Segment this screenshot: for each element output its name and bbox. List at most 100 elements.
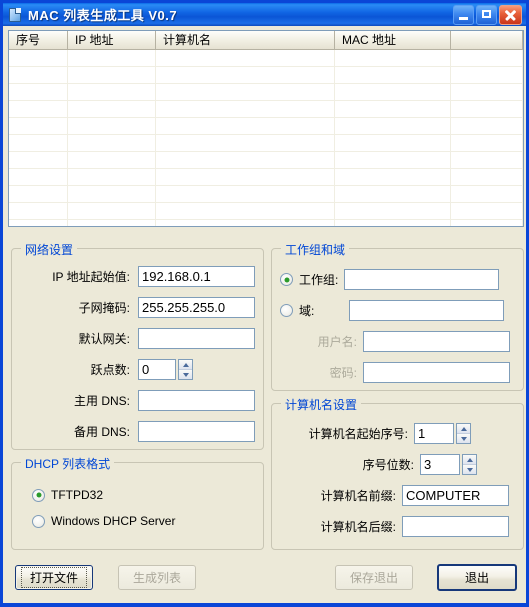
suffix-input[interactable]	[402, 516, 509, 537]
table-cell	[156, 186, 335, 202]
start-index-up-icon[interactable]	[457, 424, 470, 433]
list-column-header[interactable]: 计算机名	[156, 31, 335, 49]
subnet-mask-label: 子网掩码:	[78, 301, 130, 315]
list-header-row[interactable]: 序号 IP 地址 计算机名 MAC 地址	[9, 31, 523, 50]
computer-name-legend: 计算机名设置	[281, 396, 362, 413]
table-cell	[335, 220, 451, 226]
radio-domain[interactable]: 域:	[280, 302, 343, 319]
radio-dot-icon	[32, 488, 45, 502]
table-cell	[156, 101, 335, 117]
radio-dot-icon	[280, 273, 293, 286]
table-cell	[9, 135, 68, 151]
digits-down-icon[interactable]	[463, 464, 476, 474]
list-column-header[interactable]: 序号	[9, 31, 68, 49]
start-index-spin-buttons[interactable]	[456, 423, 471, 444]
table-row[interactable]	[9, 118, 523, 135]
list-column-header[interactable]: MAC 地址	[335, 31, 451, 49]
start-index-down-icon[interactable]	[457, 433, 470, 443]
save-exit-button-label: 保存退出	[349, 571, 398, 585]
start-index-label: 计算机名起始序号:	[308, 427, 408, 441]
default-gateway-input[interactable]	[138, 328, 255, 349]
list-column-header[interactable]: IP 地址	[68, 31, 156, 49]
table-row[interactable]	[9, 203, 523, 220]
hop-count-up-icon[interactable]	[179, 360, 192, 369]
start-index-input[interactable]	[414, 423, 454, 444]
digits-up-icon[interactable]	[463, 455, 476, 464]
table-row[interactable]	[9, 67, 523, 84]
save-exit-button[interactable]: 保存退出	[335, 565, 413, 590]
subnet-mask-input[interactable]	[138, 297, 255, 318]
table-cell	[68, 169, 156, 185]
table-cell	[335, 135, 451, 151]
start-index-stepper[interactable]	[414, 423, 471, 444]
radio-workgroup-label: 工作组:	[299, 273, 339, 287]
password-label: 密码:	[329, 366, 357, 380]
table-cell	[156, 84, 335, 100]
table-row[interactable]	[9, 135, 523, 152]
table-row[interactable]	[9, 152, 523, 169]
prefix-label: 计算机名前缀:	[320, 489, 396, 503]
table-cell	[451, 50, 523, 66]
ip-start-input[interactable]	[138, 266, 255, 287]
radio-dot-icon	[32, 514, 45, 528]
password-input[interactable]	[363, 362, 510, 383]
network-settings-group: 网络设置 IP 地址起始值: 子网掩码: 默认网关: 跃点数: 主用 D	[11, 241, 264, 450]
suffix-label: 计算机名后缀:	[320, 520, 396, 534]
hop-count-spin-buttons[interactable]	[178, 359, 193, 380]
domain-input[interactable]	[349, 300, 504, 321]
open-file-button-label: 打开文件	[20, 567, 87, 588]
secondary-dns-input[interactable]	[138, 421, 255, 442]
exit-button[interactable]: 退出	[437, 564, 517, 591]
table-row[interactable]	[9, 169, 523, 186]
table-row[interactable]	[9, 50, 523, 67]
table-cell	[156, 50, 335, 66]
table-cell	[9, 67, 68, 83]
table-cell	[68, 118, 156, 134]
hop-count-input[interactable]	[138, 359, 176, 380]
minimize-button[interactable]	[453, 4, 474, 25]
table-cell	[451, 203, 523, 219]
table-cell	[156, 169, 335, 185]
username-input[interactable]	[363, 331, 510, 352]
secondary-dns-label: 备用 DNS:	[73, 425, 130, 439]
digits-spin-buttons[interactable]	[462, 454, 477, 475]
table-cell	[68, 220, 156, 226]
maximize-button[interactable]	[476, 4, 497, 25]
table-cell	[451, 135, 523, 151]
open-file-button[interactable]: 打开文件	[15, 565, 93, 590]
generate-list-button-label: 生成列表	[132, 571, 181, 585]
close-button[interactable]	[499, 4, 522, 25]
digits-stepper[interactable]	[420, 454, 477, 475]
table-cell	[9, 186, 68, 202]
mac-list-view[interactable]: 序号 IP 地址 计算机名 MAC 地址	[8, 30, 524, 227]
table-row[interactable]	[9, 84, 523, 101]
radio-windows-dhcp-server-label: Windows DHCP Server	[51, 514, 176, 528]
table-cell	[68, 135, 156, 151]
table-cell	[68, 152, 156, 168]
table-cell	[335, 152, 451, 168]
radio-windows-dhcp-server[interactable]: Windows DHCP Server	[32, 514, 175, 528]
prefix-input[interactable]	[402, 485, 509, 506]
table-row[interactable]	[9, 220, 523, 226]
workgroup-input[interactable]	[344, 269, 500, 290]
table-row[interactable]	[9, 186, 523, 203]
table-cell	[9, 152, 68, 168]
hop-count-stepper[interactable]	[138, 359, 193, 380]
radio-tftpd32-label: TFTPD32	[51, 488, 104, 502]
table-cell	[335, 186, 451, 202]
table-cell	[9, 169, 68, 185]
table-cell	[335, 101, 451, 117]
title-bar[interactable]: MAC 列表生成工具 V0.7	[0, 0, 529, 26]
table-cell	[9, 50, 68, 66]
primary-dns-input[interactable]	[138, 390, 255, 411]
radio-tftpd32[interactable]: TFTPD32	[32, 488, 103, 502]
table-cell	[335, 84, 451, 100]
generate-list-button[interactable]: 生成列表	[118, 565, 196, 590]
table-row[interactable]	[9, 101, 523, 118]
digits-input[interactable]	[420, 454, 460, 475]
radio-workgroup[interactable]: 工作组:	[280, 271, 338, 288]
list-body[interactable]	[9, 50, 523, 226]
table-cell	[335, 203, 451, 219]
hop-count-down-icon[interactable]	[179, 369, 192, 379]
list-column-header[interactable]	[451, 31, 523, 49]
